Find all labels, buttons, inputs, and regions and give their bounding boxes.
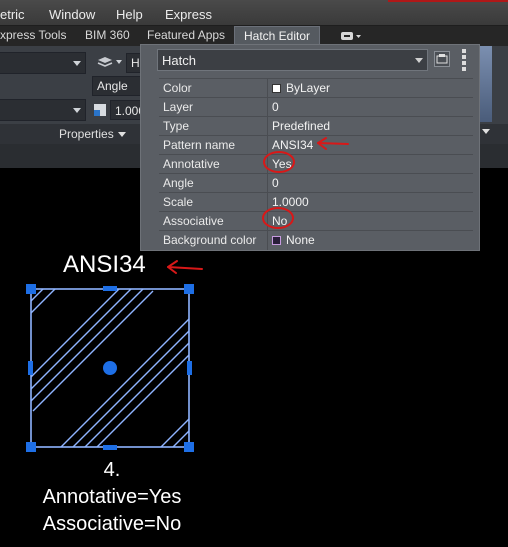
caption-line-1: 4. [103, 459, 121, 481]
palette-grip[interactable] [461, 47, 467, 73]
pattern-name-label: ANSI34 [63, 251, 146, 278]
tab-bim-360[interactable]: BIM 360 [85, 28, 130, 42]
property-row-angle[interactable]: Angle 0 [159, 173, 473, 193]
hatch-type-icon[interactable] [96, 53, 114, 71]
menu-item-help[interactable]: Help [116, 7, 143, 22]
caption-line-2: Annotative=Yes [42, 486, 182, 508]
property-row-pattern-name[interactable]: Pattern name ANSI34 [159, 135, 473, 155]
scale-field[interactable]: 1.000 [110, 100, 145, 120]
color-combo[interactable] [0, 99, 86, 121]
panel-expand-icon[interactable] [482, 129, 490, 134]
tab-featured-apps[interactable]: Featured Apps [147, 28, 225, 42]
angle-field[interactable]: Angle [92, 76, 144, 96]
quick-properties-palette: Hatch Color ByLayer Layer 0 Type Predefi… [140, 44, 480, 251]
property-row-layer[interactable]: Layer 0 [159, 97, 473, 117]
caption-line-3: Associative=No [42, 513, 182, 535]
none-color-swatch-icon [272, 236, 281, 245]
select-objects-button[interactable] [434, 51, 450, 67]
scale-icon [94, 104, 106, 116]
ribbon-tab-bar: xpress Tools BIM 360 Featured Apps Hatch… [0, 26, 508, 46]
tab-hatch-editor[interactable]: Hatch Editor [234, 26, 321, 46]
hatch-pattern-graphic [26, 284, 194, 452]
property-row-color[interactable]: Color ByLayer [159, 78, 473, 98]
properties-panel-label[interactable]: Properties [59, 127, 114, 141]
hatch-type-dropdown-icon[interactable] [116, 60, 122, 64]
title-accent-line [388, 0, 508, 2]
menu-bar: etric Window Help Express [0, 0, 508, 26]
property-row-associative[interactable]: Associative No [159, 211, 473, 231]
property-row-type[interactable]: Type Predefined [159, 116, 473, 136]
menu-item-express[interactable]: Express [165, 7, 212, 22]
property-row-annotative[interactable]: Annotative Yes [159, 154, 473, 174]
property-grid: Color ByLayer Layer 0 Type Predefined Pa… [159, 78, 473, 250]
pattern-combo[interactable] [0, 52, 86, 74]
menu-item-parametric[interactable]: etric [0, 7, 25, 22]
red-arrow-label-icon [167, 266, 203, 270]
properties-expand-icon[interactable] [118, 132, 126, 137]
tab-express-tools[interactable]: xpress Tools [0, 28, 66, 42]
object-type-dropdown[interactable]: Hatch [157, 49, 428, 71]
property-row-background-color[interactable]: Background color None [159, 230, 473, 250]
ribbon-minimize-icon[interactable] [340, 30, 362, 42]
hatch-object[interactable] [25, 283, 195, 453]
select-objects-icon [436, 54, 448, 64]
chevron-down-icon [415, 58, 423, 63]
menu-item-window[interactable]: Window [49, 7, 95, 22]
color-swatch-icon [272, 84, 281, 93]
property-row-scale[interactable]: Scale 1.0000 [159, 192, 473, 212]
